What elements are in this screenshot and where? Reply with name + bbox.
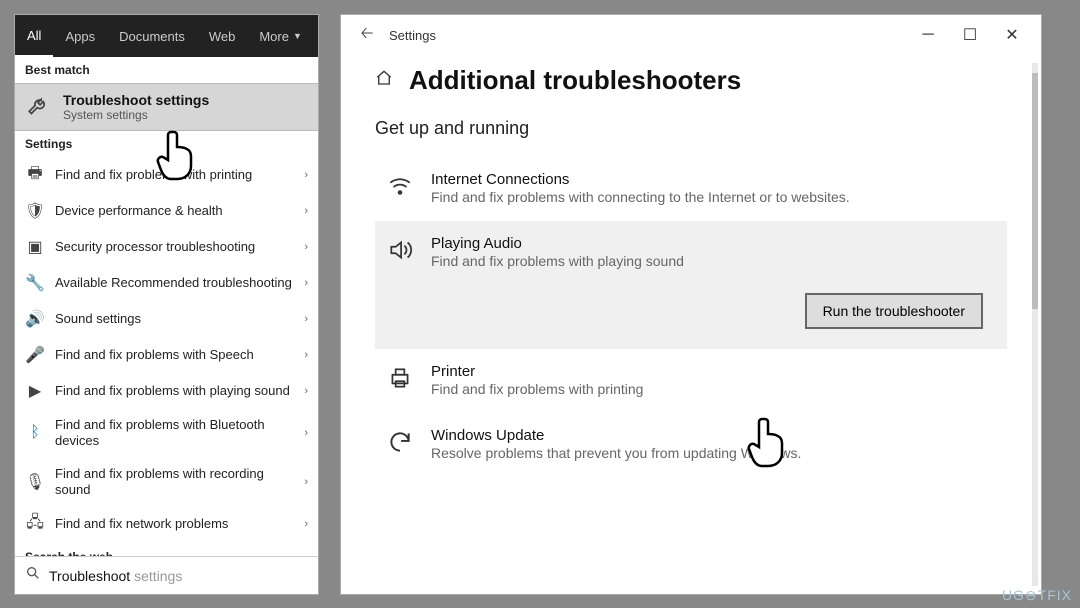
bluetooth-icon: ᛒ <box>25 423 45 443</box>
run-troubleshooter-button[interactable]: Run the troubleshooter <box>805 293 983 329</box>
chevron-right-icon: › <box>304 518 308 530</box>
list-item[interactable]: 🛡Device performance & health› <box>15 193 318 229</box>
list-item[interactable]: 🎙Find and fix problems with recording so… <box>15 458 318 507</box>
titlebar: 🡠 Settings ─ ☐ ✕ <box>341 15 1041 55</box>
scrollbar-thumb[interactable] <box>1032 73 1038 308</box>
search-results-list: 🖶Find and fix problems with printing› 🛡D… <box>15 157 318 556</box>
tab-more[interactable]: More▼ <box>247 15 314 57</box>
home-icon[interactable] <box>375 69 395 92</box>
search-tabbar: All Apps Documents Web More▼ <box>15 15 318 57</box>
troubleshooter-update[interactable]: Windows UpdateResolve problems that prev… <box>375 413 1007 477</box>
best-match-subtitle: System settings <box>63 108 209 122</box>
chevron-right-icon: › <box>304 313 308 325</box>
shield-icon: 🛡 <box>25 201 45 221</box>
best-match-title: Troubleshoot settings <box>63 92 209 108</box>
list-item[interactable]: 🖧Find and fix network problems› <box>15 506 318 542</box>
maximize-button[interactable]: ☐ <box>949 20 991 50</box>
best-match-result[interactable]: Troubleshoot settings System settings <box>15 83 318 131</box>
watermark: UG⊖TFIX <box>1002 587 1072 604</box>
window-title: Settings <box>389 28 436 43</box>
search-input[interactable]: Troubleshoot settings <box>49 568 182 584</box>
chevron-right-icon: › <box>304 241 308 253</box>
speaker-icon <box>385 235 415 271</box>
chevron-right-icon: › <box>304 476 308 488</box>
list-item[interactable]: ▣Security processor troubleshooting› <box>15 229 318 265</box>
printer-icon <box>385 363 415 399</box>
list-item[interactable]: ▶Find and fix problems with playing soun… <box>15 373 318 409</box>
settings-content: Additional troubleshooters Get up and ru… <box>341 55 1041 477</box>
audio-icon: ▶ <box>25 381 45 401</box>
chevron-right-icon: › <box>304 427 308 439</box>
chevron-right-icon: › <box>304 277 308 289</box>
search-icon <box>25 565 41 586</box>
wifi-icon <box>385 171 415 207</box>
tab-apps[interactable]: Apps <box>53 15 107 57</box>
list-item[interactable]: ᛒFind and fix problems with Bluetooth de… <box>15 409 318 458</box>
section-heading: Get up and running <box>375 118 1007 139</box>
settings-label: Settings <box>15 131 318 157</box>
update-icon <box>385 427 415 463</box>
close-button[interactable]: ✕ <box>991 20 1033 50</box>
back-button[interactable]: 🡠 <box>349 22 385 49</box>
settings-window: 🡠 Settings ─ ☐ ✕ Additional troubleshoot… <box>340 14 1042 595</box>
wrench-icon <box>25 93 53 121</box>
chevron-right-icon: › <box>304 169 308 181</box>
chevron-down-icon: ▼ <box>293 31 302 41</box>
tab-documents[interactable]: Documents <box>107 15 197 57</box>
network-icon: 🖧 <box>25 514 45 534</box>
list-item[interactable]: 🔊Sound settings› <box>15 301 318 337</box>
minimize-button[interactable]: ─ <box>907 20 949 50</box>
troubleshooter-internet[interactable]: Internet ConnectionsFind and fix problem… <box>375 157 1007 221</box>
mic-icon: 🎤 <box>25 345 45 365</box>
troubleshooter-audio[interactable]: Playing AudioFind and fix problems with … <box>375 221 1007 285</box>
best-match-label: Best match <box>15 57 318 83</box>
record-icon: 🎙 <box>25 472 45 492</box>
scrollbar[interactable] <box>1032 63 1038 586</box>
chevron-right-icon: › <box>304 349 308 361</box>
list-item[interactable]: 🔧Available Recommended troubleshooting› <box>15 265 318 301</box>
search-web-label: Search the web <box>15 542 318 556</box>
page-heading: Additional troubleshooters <box>409 65 741 96</box>
printer-icon: 🖶 <box>25 165 45 185</box>
search-panel: All Apps Documents Web More▼ Best match … <box>14 14 319 595</box>
tab-web[interactable]: Web <box>197 15 248 57</box>
list-item[interactable]: 🎤Find and fix problems with Speech› <box>15 337 318 373</box>
tab-all[interactable]: All <box>15 15 53 57</box>
chip-icon: ▣ <box>25 237 45 257</box>
troubleshooter-printer[interactable]: PrinterFind and fix problems with printi… <box>375 349 1007 413</box>
list-item[interactable]: 🖶Find and fix problems with printing› <box>15 157 318 193</box>
chevron-right-icon: › <box>304 205 308 217</box>
wrench-icon: 🔧 <box>25 273 45 293</box>
speaker-icon: 🔊 <box>25 309 45 329</box>
search-input-row: Troubleshoot settings <box>15 556 318 594</box>
chevron-right-icon: › <box>304 385 308 397</box>
